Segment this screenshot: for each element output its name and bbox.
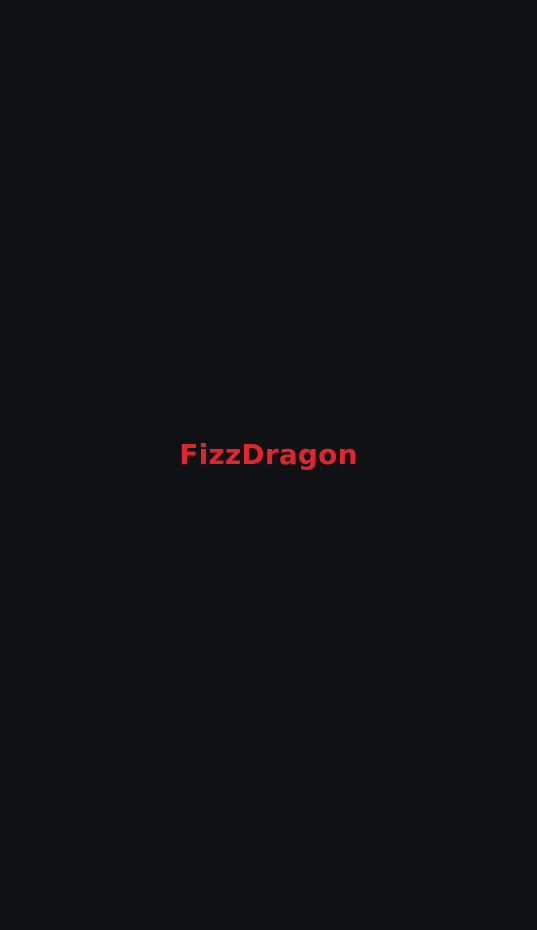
brand-logo: FizzDragon bbox=[179, 441, 357, 469]
splash-screen: FizzDragon bbox=[0, 0, 537, 930]
brand-wordmark: FizzDragon bbox=[179, 438, 358, 471]
